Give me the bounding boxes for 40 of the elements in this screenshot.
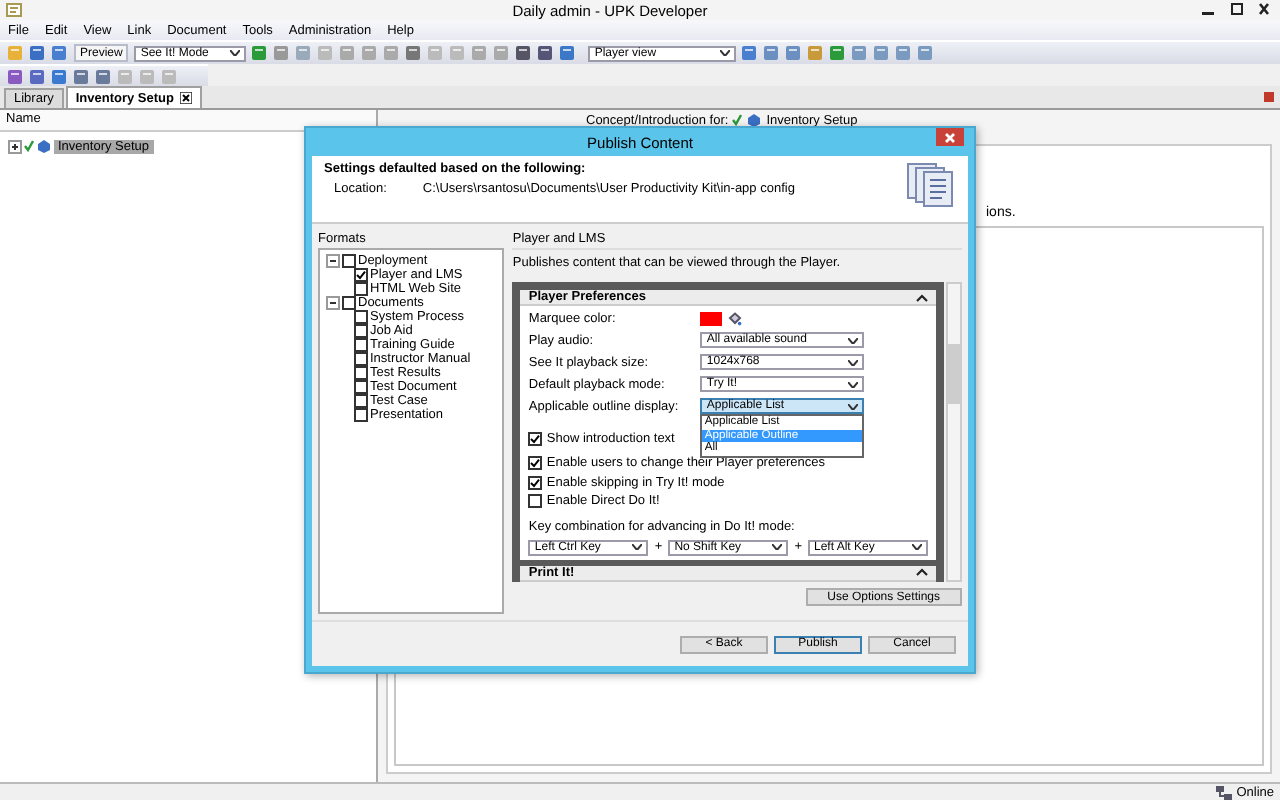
caret-icon [848, 381, 859, 388]
checkbox[interactable] [342, 296, 356, 310]
checkbox[interactable] [528, 456, 543, 471]
checkbox[interactable] [354, 338, 368, 352]
paint-icon[interactable] [728, 311, 743, 326]
checkbox[interactable] [354, 268, 368, 282]
chevron-up-icon[interactable] [916, 568, 928, 577]
check-icon [732, 114, 743, 126]
checkbox[interactable] [528, 494, 543, 509]
caret-icon [912, 544, 922, 551]
expand-icon[interactable] [8, 139, 22, 153]
close-button[interactable] [936, 128, 964, 146]
caret-icon [848, 359, 859, 366]
caret-icon [848, 337, 859, 344]
caret-icon [772, 544, 783, 551]
checkbox[interactable] [342, 254, 356, 268]
caret-icon [848, 403, 859, 410]
caret-icon [632, 544, 643, 551]
checkbox[interactable] [354, 282, 368, 296]
caret-icon [720, 50, 731, 56]
checkbox[interactable] [528, 475, 543, 490]
color-swatch[interactable] [700, 311, 723, 326]
restore-icon[interactable] [1226, 2, 1246, 18]
check-icon [24, 140, 34, 152]
checkbox[interactable] [354, 352, 368, 366]
chevron-up-icon[interactable] [916, 293, 928, 302]
collapse-icon[interactable] [326, 296, 340, 310]
checkbox[interactable] [354, 366, 368, 380]
module-icon [36, 138, 52, 154]
checkbox[interactable] [354, 380, 368, 394]
collapse-icon[interactable] [326, 254, 340, 268]
checkbox[interactable] [354, 408, 368, 422]
checkbox[interactable] [354, 324, 368, 338]
checkbox[interactable] [528, 431, 543, 446]
caret-icon [230, 50, 241, 56]
documents-icon [904, 162, 956, 210]
checkbox[interactable] [354, 310, 368, 324]
scrollbar[interactable] [946, 282, 962, 582]
checkbox[interactable] [354, 394, 368, 408]
network-icon [1216, 785, 1233, 799]
